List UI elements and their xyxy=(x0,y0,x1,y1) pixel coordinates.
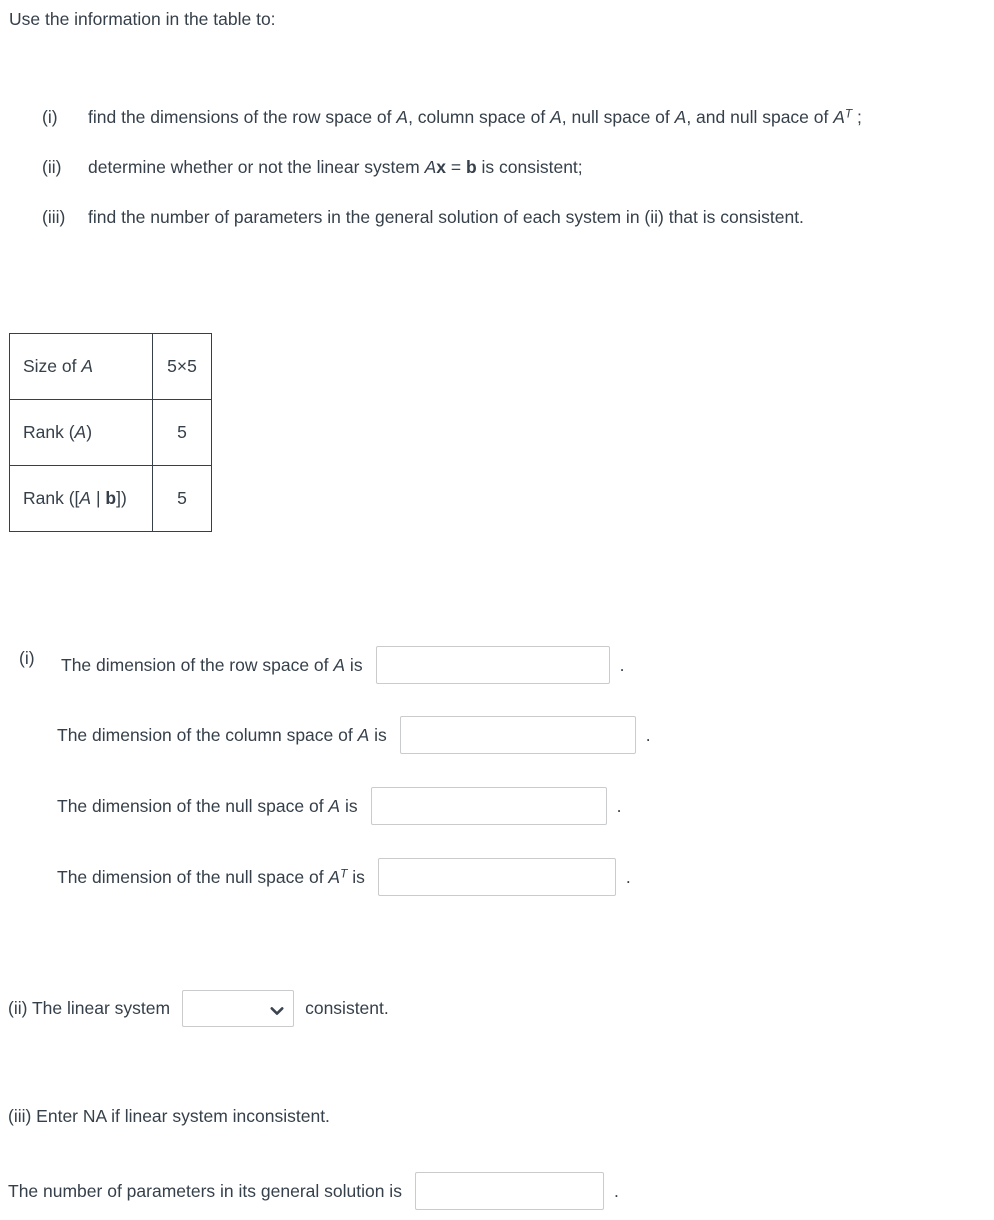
answer-label-null-space-suffix: is xyxy=(340,796,358,816)
answer-label-null-space-t-suffix: is xyxy=(347,867,365,887)
instruction-ii-seg1: determine whether or not the linear syst… xyxy=(88,157,425,177)
table-label-rank-a-var: A xyxy=(74,422,87,442)
answer-label-column-space: The dimension of the column space of A i… xyxy=(57,724,387,746)
answer-marker-i: (i) xyxy=(19,648,35,668)
answer-label-column-space-prefix: The dimension of the column space of xyxy=(57,725,358,745)
answer-row-column-space: The dimension of the column space of A i… xyxy=(57,716,651,754)
answer-label-null-space-transpose: The dimension of the null space of AT is xyxy=(57,866,365,888)
table-row: Size of A 5×5 xyxy=(9,333,212,400)
answer-period-column-space: . xyxy=(645,725,651,745)
answer-period-row-space: . xyxy=(619,655,625,675)
answer-row-content-null-space-transpose: The dimension of the null space of AT is… xyxy=(57,858,631,896)
section-iii-parameters-row: The number of parameters in its general … xyxy=(8,1172,619,1210)
section-ii-label: (ii) The linear system xyxy=(8,998,171,1018)
instruction-text-i: find the dimensions of the row space of … xyxy=(88,105,862,129)
instruction-ii-var-a: A xyxy=(424,157,437,177)
instruction-i-seg1: find the dimensions of the row space of xyxy=(88,107,397,127)
answer-label-column-space-var: A xyxy=(357,725,370,745)
answer-label-null-space-var: A xyxy=(328,796,341,816)
answer-period-null-space: . xyxy=(616,796,622,816)
answer-label-row-space-suffix: is xyxy=(345,655,363,675)
instruction-i-seg2: , column space of xyxy=(408,107,551,127)
table-row: Rank (A) 5 xyxy=(9,399,212,466)
table-label-rank-ab-suffix: ]) xyxy=(116,488,127,508)
answer-label-column-space-suffix: is xyxy=(369,725,387,745)
table-row: Rank ([A | b]) 5 xyxy=(9,465,212,532)
instruction-marker-iii: (iii) xyxy=(42,207,66,227)
instruction-i-seg3: , null space of xyxy=(561,107,675,127)
instruction-text-iii: find the number of parameters in the gen… xyxy=(88,207,804,227)
answer-label-row-space-prefix: The dimension of the row space of xyxy=(61,655,334,675)
instruction-ii-vector-b: b xyxy=(465,157,477,177)
table-label-rank-ab-bold: b xyxy=(105,488,117,508)
table-cell-label-size: Size of A xyxy=(9,333,153,400)
answer-row-null-space-transpose: The dimension of the null space of AT is… xyxy=(57,858,631,896)
row-space-dimension-input[interactable] xyxy=(375,646,610,684)
answer-label-row-space-var: A xyxy=(333,655,346,675)
intro-instruction-text: Use the information in the table to: xyxy=(9,9,276,29)
table-label-size-var: A xyxy=(81,356,94,376)
instruction-marker-ii: (ii) xyxy=(42,157,62,177)
table-cell-value-rank-a: 5 xyxy=(152,399,212,466)
answer-label-row-space: The dimension of the row space of A is xyxy=(61,654,363,676)
table-cell-label-rank-a: Rank (A) xyxy=(9,399,153,466)
instruction-ii-vector-x: x xyxy=(436,157,446,177)
null-space-dimension-input[interactable] xyxy=(370,787,607,825)
instruction-i-var-a3: A xyxy=(674,107,687,127)
answer-row-content-column-space: The dimension of the column space of A i… xyxy=(57,716,651,754)
table-cell-value-rank-ab: 5 xyxy=(152,465,212,532)
table-cell-label-rank-ab: Rank ([A | b]) xyxy=(9,465,153,532)
instruction-ii-seg3: is consistent; xyxy=(476,157,583,177)
answer-label-null-space-t-prefix: The dimension of the null space of xyxy=(57,867,329,887)
instruction-i-var-a1: A xyxy=(396,107,409,127)
instruction-i-seg4: , and null space of xyxy=(686,107,834,127)
instruction-i-var-a2: A xyxy=(550,107,562,127)
instruction-marker-i: (i) xyxy=(42,107,58,127)
table-label-rank-ab-var: A xyxy=(79,488,92,508)
section-iii-period: . xyxy=(613,1180,619,1201)
table-label-rank-a-prefix: Rank ( xyxy=(23,422,75,442)
section-ii-consistency: (ii) The linear system consistent. xyxy=(8,990,389,1027)
number-of-parameters-input[interactable] xyxy=(414,1172,604,1210)
instruction-i-var-a4: A xyxy=(833,107,845,127)
table-label-rank-ab-prefix: Rank ([ xyxy=(23,488,80,508)
table-label-size-text: Size of xyxy=(23,356,82,376)
answer-row-row-space: (i) The dimension of the row space of A … xyxy=(19,646,624,684)
section-ii-trailing-text: consistent. xyxy=(305,998,389,1018)
answer-label-null-space-t-var: A xyxy=(328,867,341,887)
answer-row-content-null-space: The dimension of the null space of A is … xyxy=(57,787,621,825)
answer-row-null-space: The dimension of the null space of A is … xyxy=(57,787,621,825)
parameters-count-label: The number of parameters in its general … xyxy=(8,1180,402,1201)
consistency-dropdown[interactable] xyxy=(182,990,295,1027)
section-iii-note: (iii) Enter NA if linear system inconsis… xyxy=(8,1106,330,1126)
answer-period-null-space-transpose: . xyxy=(625,867,631,887)
table-label-rank-ab-mid: | xyxy=(91,488,106,508)
instruction-ii-seg2: = xyxy=(445,157,466,177)
instruction-text-ii: determine whether or not the linear syst… xyxy=(88,155,583,179)
column-space-dimension-input[interactable] xyxy=(399,716,636,754)
matrix-info-table: Size of A 5×5 Rank (A) 5 Rank ([A | b]) … xyxy=(9,333,212,532)
answer-row-content-row-space: The dimension of the row space of A is . xyxy=(61,646,624,684)
answer-label-null-space: The dimension of the null space of A is xyxy=(57,795,358,817)
answer-label-null-space-prefix: The dimension of the null space of xyxy=(57,796,329,816)
instruction-i-seg5: ; xyxy=(852,107,862,127)
null-space-transpose-dimension-input[interactable] xyxy=(377,858,616,896)
table-label-rank-a-suffix: ) xyxy=(86,422,93,442)
table-cell-value-size: 5×5 xyxy=(152,333,212,400)
chevron-down-icon xyxy=(270,1002,284,1016)
